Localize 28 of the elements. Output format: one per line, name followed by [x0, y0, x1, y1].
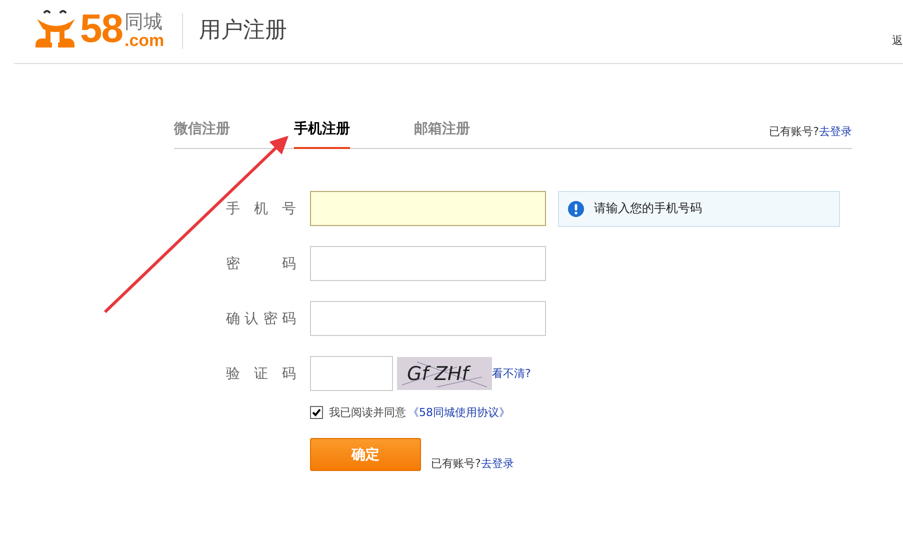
hint-text: 请输入您的手机号码 — [594, 200, 702, 217]
agreement-text: 我已阅读并同意 — [329, 405, 406, 420]
input-field[interactable] — [310, 246, 546, 281]
logo-name: 同城 — [124, 13, 162, 32]
back-link[interactable]: 返 — [892, 33, 903, 48]
logo-number: 58 — [80, 9, 122, 49]
input-field[interactable] — [310, 191, 546, 226]
login-link[interactable]: 去登录 — [480, 456, 514, 471]
tab[interactable]: 微信注册 — [174, 120, 230, 149]
field-label: 手机号 — [226, 200, 296, 218]
agreement-link[interactable]: 《58同城使用协议》 — [408, 405, 510, 420]
login-prompt: 已有账号? — [769, 124, 819, 139]
field-label: 确认密码 — [226, 310, 296, 328]
page-title: 用户注册 — [199, 17, 288, 45]
tab[interactable]: 手机注册 — [294, 120, 350, 149]
captcha-input[interactable] — [310, 356, 393, 391]
logo-domain: .com — [124, 32, 164, 49]
login-link[interactable]: 去登录 — [819, 124, 852, 139]
input-field[interactable] — [310, 301, 546, 336]
checkmark-icon — [312, 408, 321, 417]
field-label: 验证码 — [226, 364, 296, 382]
refresh-captcha-link[interactable]: 看不清? — [492, 366, 531, 381]
captcha-image: Gf ZHf — [397, 357, 492, 390]
field-label: 密码 — [226, 254, 296, 272]
tab[interactable]: 邮箱注册 — [414, 120, 470, 149]
login-prompt: 已有账号? — [431, 456, 481, 471]
info-icon — [568, 200, 584, 216]
agreement-checkbox[interactable] — [310, 406, 323, 419]
